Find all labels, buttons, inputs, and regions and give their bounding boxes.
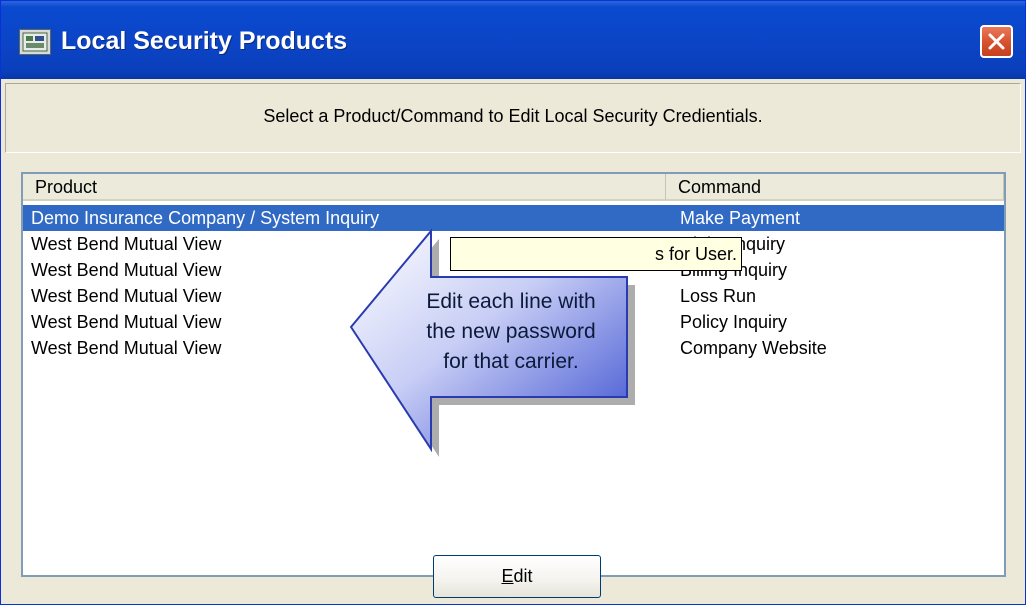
app-icon xyxy=(19,29,51,55)
row-product: West Bend Mutual View xyxy=(31,234,222,254)
row-command: Loss Run xyxy=(680,286,757,306)
window-title: Local Security Products xyxy=(61,27,348,55)
callout-line: the new password xyxy=(426,320,596,343)
instruction-panel: Select a Product/Command to Edit Local S… xyxy=(5,83,1021,153)
callout-line: for that carrier. xyxy=(443,350,579,373)
close-icon xyxy=(988,33,1005,50)
callout-line: Edit each line with xyxy=(426,290,596,313)
row-product: West Bend Mutual View xyxy=(31,338,222,358)
edit-mnemonic: E xyxy=(501,566,514,586)
row-product: West Bend Mutual View xyxy=(31,286,222,306)
column-header-product[interactable]: Product xyxy=(23,174,666,201)
row-command: Company Website xyxy=(680,338,827,358)
edit-label: dit xyxy=(513,566,533,586)
dialog-window: Local Security Products Select a Product… xyxy=(0,0,1026,605)
row-product: West Bend Mutual View xyxy=(31,312,222,332)
row-product: Demo Insurance Company / System Inquiry xyxy=(31,208,380,228)
title-bar[interactable]: Local Security Products xyxy=(1,1,1025,79)
callout-text: Edit each line with the new password for… xyxy=(396,287,626,377)
row-command: Policy Inquiry xyxy=(680,312,788,332)
instruction-text: Select a Product/Command to Edit Local S… xyxy=(263,106,763,126)
row-product: West Bend Mutual View xyxy=(31,260,222,280)
edit-button[interactable]: Edit xyxy=(433,555,601,598)
column-header-command[interactable]: Command xyxy=(666,174,1004,201)
close-button[interactable] xyxy=(980,25,1013,58)
row-command: Make Payment xyxy=(680,208,801,228)
